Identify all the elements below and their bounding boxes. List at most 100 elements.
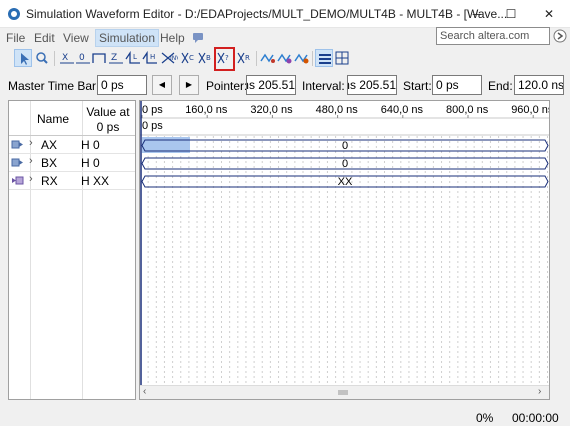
- menu-file[interactable]: File: [6, 31, 25, 45]
- signal-value: H 0: [81, 156, 100, 170]
- timing-simulation-button[interactable]: [276, 49, 294, 67]
- expand-chevron-icon[interactable]: ›: [29, 137, 33, 149]
- input-pin-icon: [11, 140, 23, 149]
- value-column-header[interactable]: Value at 0 ps: [85, 105, 131, 135]
- expand-chevron-icon[interactable]: ›: [29, 173, 33, 185]
- signal-name: BX: [41, 156, 58, 170]
- interval-field[interactable]: 205.51 ns: [347, 75, 397, 95]
- master-time-bar-label: Master Time Bar:: [8, 79, 100, 93]
- time-grid: [147, 136, 548, 385]
- waveform-panel[interactable]: 0 ps 160,0 ns 320,0 ns 480,0 ns 640,0 ns 800,…: [139, 100, 550, 400]
- run-functional-icon: [260, 53, 275, 63]
- time-tick-label: 800,0 ns: [446, 104, 489, 116]
- functional-simulation-button[interactable]: [259, 49, 277, 67]
- selection-tool-button[interactable]: [14, 49, 32, 67]
- close-button[interactable]: ✕: [540, 5, 558, 23]
- arbitrary-value-button[interactable]: R: [236, 49, 254, 67]
- signal-value: H 0: [81, 138, 100, 152]
- wave-hiz-icon: Z: [109, 53, 123, 64]
- minimize-button[interactable]: ─: [468, 5, 486, 23]
- menu-help[interactable]: Help: [160, 31, 185, 45]
- status-bar: 0% 00:00:00: [0, 403, 570, 426]
- next-transition-button[interactable]: ▶: [179, 75, 199, 95]
- grid-settings-button[interactable]: [333, 49, 351, 67]
- end-field[interactable]: 120.0 ns: [514, 75, 564, 95]
- name-column-header[interactable]: Name: [37, 112, 69, 126]
- wave-invert-icon: INV: [161, 52, 181, 64]
- wave-high-icon: [92, 53, 106, 63]
- progress-percent: 0%: [476, 411, 494, 425]
- toolbar-separator: [54, 51, 55, 66]
- title-bar: Simulation Waveform Editor - D:/EDAProje…: [0, 0, 570, 28]
- toolbar-separator: [312, 51, 313, 66]
- menu-simulation[interactable]: Simulation: [95, 29, 160, 47]
- timeline-ruler[interactable]: 0 ps 160,0 ns 320,0 ns 480,0 ns 640,0 ns 800,…: [141, 104, 550, 118]
- time-tick-label: 160,0 ns: [185, 104, 228, 116]
- master-time-bar-field[interactable]: 0 ps: [97, 75, 147, 95]
- previous-transition-button[interactable]: ◀: [152, 75, 172, 95]
- search-input[interactable]: Search altera.com: [436, 27, 550, 45]
- wave-clock-icon: B: [198, 52, 211, 64]
- wave-arbitrary-icon: R: [237, 52, 250, 64]
- time-tick-label: 960,0 ns: [511, 104, 550, 116]
- wave-count-icon: C: [181, 52, 194, 64]
- value-header-line1: Value at: [86, 105, 130, 119]
- menu-edit[interactable]: Edit: [34, 31, 55, 45]
- horizontal-scrollbar[interactable]: ‹ ›: [140, 385, 549, 399]
- end-label: End:: [488, 79, 513, 93]
- invert-button[interactable]: INV: [160, 49, 181, 67]
- time-bar: Master Time Bar: 0 ps ◀ ▶ Pointer: 205.5…: [0, 74, 570, 96]
- time-tick-label: 480,0 ns: [316, 104, 359, 116]
- output-pin-icon: [12, 176, 24, 185]
- count-value-button[interactable]: C: [180, 49, 198, 67]
- overwrite-clock-button[interactable]: B: [197, 49, 215, 67]
- waveform-view-icon: [319, 54, 331, 64]
- bus-value-label: 0: [342, 140, 348, 152]
- bus-value-label: 0: [342, 158, 348, 170]
- svg-text:C: C: [189, 54, 194, 62]
- time-tick-label: 0 ps: [142, 104, 163, 116]
- svg-text:X: X: [62, 53, 68, 63]
- input-pin-icon: [11, 158, 23, 167]
- window-title: Simulation Waveform Editor - D:/EDAProje…: [26, 7, 508, 21]
- scroll-left-icon[interactable]: ‹: [143, 386, 146, 397]
- scroll-thumb[interactable]: [338, 390, 348, 395]
- quartus-app-icon: [8, 8, 20, 20]
- wave-weak-high-icon: H: [142, 50, 157, 64]
- svg-text:B: B: [206, 54, 211, 62]
- bus-value-label: XX: [338, 176, 353, 188]
- signal-row-bx[interactable]: › BX H 0: [9, 154, 135, 172]
- pointer-label: Pointer:: [206, 79, 248, 93]
- signal-value: H XX: [81, 174, 110, 188]
- signal-row-ax[interactable]: › AX H 0: [9, 136, 135, 154]
- zoom-tool-button[interactable]: [33, 49, 51, 67]
- force-high-button[interactable]: [90, 49, 108, 67]
- cursor-time-label: 0 ps: [142, 120, 163, 132]
- svg-text:R: R: [245, 54, 250, 62]
- run-netlist-icon: [294, 53, 309, 64]
- svg-text:Z: Z: [111, 53, 117, 63]
- bus-waveforms: 0 0 XX: [141, 139, 549, 188]
- time-tick-label: 640,0 ns: [381, 104, 424, 116]
- toolbar-separator: [256, 51, 257, 66]
- svg-text:H: H: [150, 53, 155, 61]
- wave-weak-low-icon: L: [125, 50, 140, 64]
- force-hiz-button[interactable]: Z: [107, 49, 125, 67]
- waveform-canvas[interactable]: 0 ps 160,0 ns 320,0 ns 480,0 ns 640,0 ns 800,…: [140, 101, 550, 400]
- scroll-right-icon[interactable]: ›: [538, 386, 541, 397]
- search-go-icon[interactable]: [553, 29, 567, 43]
- elapsed-time: 00:00:00: [512, 411, 559, 425]
- netlist-button[interactable]: [293, 49, 311, 67]
- signal-row-rx[interactable]: › RX H XX: [9, 172, 135, 190]
- force-weak-high-button[interactable]: H: [141, 49, 159, 67]
- expand-chevron-icon[interactable]: ›: [29, 155, 33, 167]
- pointer-field[interactable]: 205.51 ns: [246, 75, 296, 95]
- maximize-button[interactable]: ☐: [502, 5, 520, 23]
- force-weak-low-button[interactable]: L: [124, 49, 142, 67]
- svg-text:L: L: [133, 53, 137, 61]
- start-field[interactable]: 0 ps: [432, 75, 482, 95]
- help-search-icon[interactable]: [192, 32, 204, 44]
- waveform-view-button[interactable]: [315, 49, 333, 67]
- vertical-scrollbar[interactable]: [552, 100, 568, 400]
- menu-view[interactable]: View: [63, 31, 89, 45]
